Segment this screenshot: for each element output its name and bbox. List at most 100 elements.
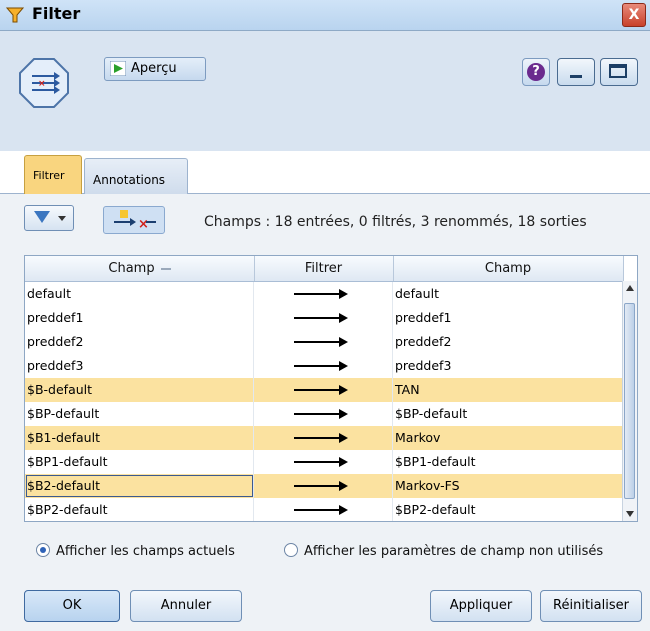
filter-toggle[interactable] [254,282,393,306]
radio-selected-icon [36,543,50,557]
tab-label: Annotations [93,173,166,187]
table-row[interactable]: default default [25,282,623,306]
rename-fields-icon: × [114,210,156,232]
arrow-right-icon [294,337,348,347]
output-field-cell[interactable]: $BP1-default [393,450,623,474]
output-field-cell[interactable]: Markov [393,426,623,450]
input-field-cell: $BP1-default [25,450,254,474]
arrow-right-icon [294,313,348,323]
output-field-cell[interactable]: preddef2 [393,330,623,354]
output-field-cell[interactable]: Markov-FS [393,474,623,498]
filter-node-icon: × [19,58,69,108]
column-header-output-field[interactable]: Champ [393,256,624,281]
field-table: Champ Filtrer Champ default default pred… [24,255,638,522]
filter-node-icon [6,7,24,23]
column-header-input-field[interactable]: Champ [25,256,255,281]
tab-label: Filtrer [33,169,65,182]
maximize-button[interactable] [600,58,638,86]
show-current-fields-radio[interactable]: Afficher les champs actuels [36,543,235,559]
input-field-cell: $B2-default [25,474,254,498]
arrow-right-icon [294,289,348,299]
help-icon: ? [527,63,545,81]
filter-toggle[interactable] [254,378,393,402]
reset-button[interactable]: Réinitialiser [540,590,642,622]
minimize-icon [570,75,582,78]
show-unused-settings-radio[interactable]: Afficher les paramètres de champ non uti… [284,543,603,559]
arrow-right-icon [294,409,348,419]
arrow-right-icon [294,361,348,371]
preview-label: Aperçu [131,61,177,76]
output-field-cell[interactable]: preddef1 [393,306,623,330]
output-field-cell[interactable]: $BP-default [393,402,623,426]
filter-toggle[interactable] [254,306,393,330]
scroll-up-icon[interactable] [626,285,634,291]
play-icon [110,61,126,76]
table-row[interactable]: $B2-default Markov-FS [25,474,623,498]
radio-unselected-icon [284,543,298,557]
cancel-button[interactable]: Annuler [130,590,242,622]
svg-text:×: × [138,217,149,232]
radio-label: Afficher les champs actuels [56,544,235,559]
output-field-cell[interactable]: $BP2-default [393,498,623,521]
table-row[interactable]: $B1-default Markov [25,426,623,450]
filter-options-dropdown[interactable] [24,205,74,231]
filter-toggle[interactable] [254,402,393,426]
toolbar-area [0,31,650,151]
filter-toggle[interactable] [254,498,393,521]
input-field-cell: preddef3 [25,354,254,378]
help-button[interactable]: ? [522,58,550,86]
scroll-down-icon[interactable] [626,511,634,517]
table-row[interactable]: preddef1 preddef1 [25,306,623,330]
tab-filtrer[interactable]: Filtrer [24,155,82,194]
title-bar: Filter X [0,0,650,31]
tab-annotations[interactable]: Annotations [84,158,188,194]
table-row[interactable]: $BP2-default $BP2-default [25,498,623,521]
funnel-icon [34,211,50,223]
filter-toggle[interactable] [254,426,393,450]
table-row[interactable]: $BP-default $BP-default [25,402,623,426]
input-field-cell: $B1-default [25,426,254,450]
column-header-label: Filtrer [304,261,343,276]
column-header-label: Champ [484,261,532,276]
table-row[interactable]: preddef3 preddef3 [25,354,623,378]
preview-button[interactable]: Aperçu [104,57,206,81]
close-button[interactable]: X [622,3,646,27]
arrow-right-icon [294,457,348,467]
filter-toggle[interactable] [254,450,393,474]
arrow-right-icon [294,505,348,515]
filter-toggle[interactable] [254,354,393,378]
svg-text:×: × [38,79,46,89]
arrow-right-icon [294,385,348,395]
input-field-cell: preddef2 [25,330,254,354]
input-field-cell: $BP-default [25,402,254,426]
maximize-icon [609,64,627,78]
output-field-cell[interactable]: default [393,282,623,306]
vertical-scrollbar[interactable] [622,281,637,521]
radio-label: Afficher les paramètres de champ non uti… [304,544,604,559]
scrollbar-thumb[interactable] [624,303,635,499]
arrow-right-icon [294,433,348,443]
apply-button[interactable]: Appliquer [430,590,532,622]
output-field-cell[interactable]: TAN [393,378,623,402]
input-field-cell: $BP2-default [25,498,254,521]
rename-fields-button[interactable]: × [103,206,165,234]
input-field-cell: $B-default [25,378,254,402]
chevron-down-icon [58,216,66,221]
table-header: Champ Filtrer Champ [25,256,624,282]
sort-icon [160,267,171,270]
table-row[interactable]: $BP1-default $BP1-default [25,450,623,474]
arrow-right-icon [294,481,348,491]
input-field-cell: default [25,282,254,306]
filter-toggle[interactable] [254,474,393,498]
column-header-filter[interactable]: Filtrer [254,256,394,281]
filter-toggle[interactable] [254,330,393,354]
table-row[interactable]: preddef2 preddef2 [25,330,623,354]
table-row[interactable]: $B-default TAN [25,378,623,402]
input-field-cell: preddef1 [25,306,254,330]
column-header-label: Champ [108,261,155,276]
field-summary: Champs : 18 entrées, 0 filtrés, 3 renomm… [204,214,587,230]
minimize-button[interactable] [557,58,595,86]
window-title: Filter [32,4,81,23]
ok-button[interactable]: OK [24,590,120,622]
output-field-cell[interactable]: preddef3 [393,354,623,378]
